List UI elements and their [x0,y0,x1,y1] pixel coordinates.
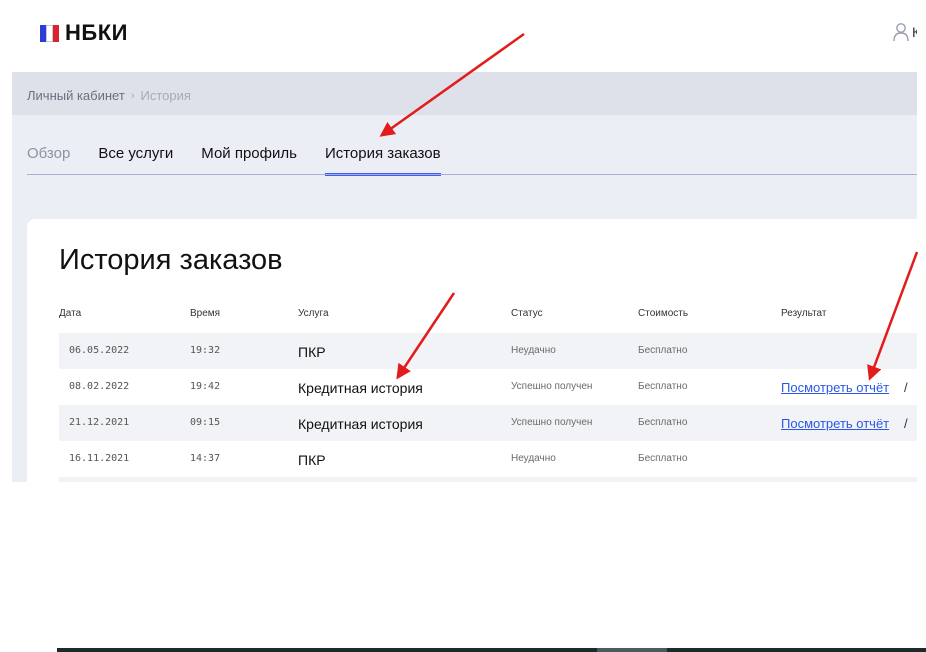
profile-tabs: Обзор Все услуги Мой профиль История зак… [27,145,469,176]
view-report-link[interactable]: Посмотреть отчёт [781,416,889,431]
result-separator: / [904,416,908,431]
table-row: 06.05.2022 19:32 ПКР Неудачно Бесплатно [59,333,917,369]
row-status: Неудачно [511,345,556,356]
breadcrumb-separator: › [130,89,135,102]
view-report-link[interactable]: Посмотреть отчёт [781,380,889,395]
tab-all-services[interactable]: Все услуги [98,145,173,174]
result-separator: / [904,380,908,395]
table-row: 21.12.2021 09:15 Кредитная история Успеш… [59,405,917,441]
tab-my-profile[interactable]: Мой профиль [201,145,297,174]
row-status: Успешно получен [511,381,593,392]
column-header-time: Время [190,308,221,319]
row-cost: Бесплатно [638,345,688,356]
tab-order-history[interactable]: История заказов [324,145,441,176]
row-date: 21.12.2021 [69,417,130,428]
row-service: Кредитная история [298,416,423,432]
table-row: 16.11.2021 14:37 ПКР Неудачно Бесплатно [59,441,917,477]
tab-overview[interactable]: Обзор [27,145,70,174]
column-header-status: Статус [511,308,543,319]
column-header-result: Результат [781,308,827,319]
row-cost: Бесплатно [638,381,688,392]
breadcrumb-item-history: История [140,88,191,103]
taskbar-strip [57,648,926,652]
row-time: 19:42 [190,381,221,392]
row-time: 09:15 [190,417,221,428]
logo-text: НБКИ [65,20,128,45]
logo-flag-icon [40,24,59,42]
column-header-cost: Стоимость [638,308,689,319]
breadcrumb: Личный кабинет › История [27,88,191,103]
column-header-service: Услуга [298,308,329,319]
row-status: Неудачно [511,453,556,464]
row-status: Успешно получен [511,417,593,428]
row-cost: Бесплатно [638,453,688,464]
row-date: 06.05.2022 [69,345,130,356]
top-header: НБКИ К [0,0,917,72]
table-row-partial [59,477,917,482]
user-icon[interactable] [893,22,909,42]
column-header-date: Дата [59,308,82,319]
user-name-truncated[interactable]: К [912,24,917,40]
row-service: Кредитная история [298,380,423,396]
breadcrumb-item-cabinet[interactable]: Личный кабинет [27,88,125,103]
row-date: 16.11.2021 [69,453,130,464]
table-row: 08.02.2022 19:42 Кредитная история Успеш… [59,369,917,405]
row-time: 14:37 [190,453,221,464]
row-cost: Бесплатно [638,417,688,428]
app-viewport: НБКИ К Личный кабинет › История Обзор Вс… [0,0,917,482]
nbki-logo[interactable]: НБКИ [40,20,128,46]
row-service: ПКР [298,452,326,468]
row-date: 08.02.2022 [69,381,130,392]
row-time: 19:32 [190,345,221,356]
page-title: История заказов [59,244,283,276]
tabs-divider [27,174,917,175]
row-service: ПКР [298,344,326,360]
